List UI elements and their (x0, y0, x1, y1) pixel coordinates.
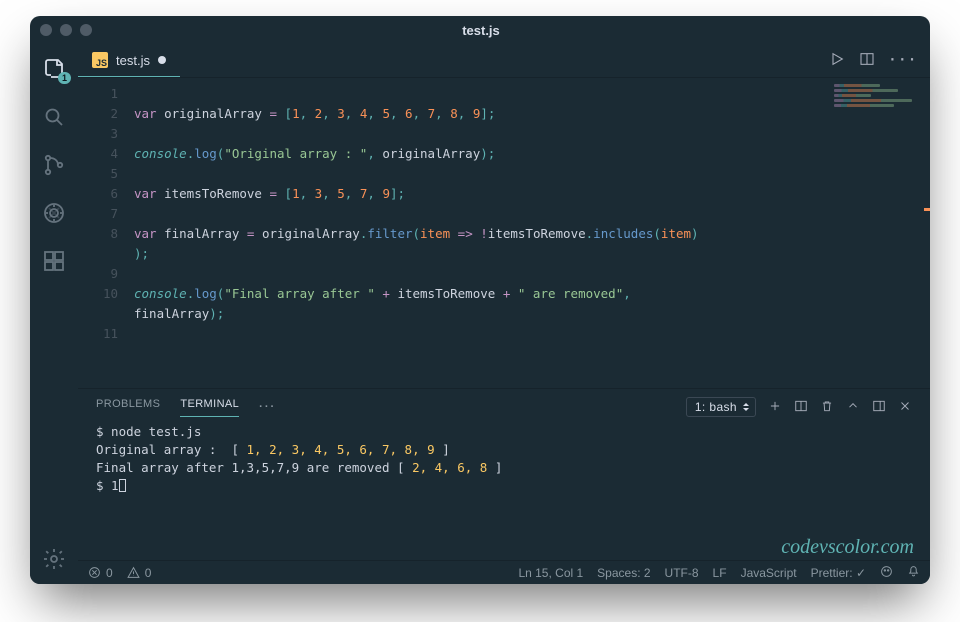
notifications-bell-icon[interactable] (907, 565, 920, 581)
maximize-window[interactable] (80, 24, 92, 36)
search-icon[interactable] (41, 104, 67, 130)
editor-tabs: JS test.js ··· (78, 44, 930, 78)
kill-terminal-icon[interactable] (820, 399, 834, 416)
status-indent[interactable]: Spaces: 2 (597, 566, 650, 580)
terminal-cursor (119, 479, 126, 492)
bottom-panel: PROBLEMS TERMINAL ··· 1: bash $ node tes… (78, 388, 930, 560)
terminal-select[interactable]: 1: bash (686, 397, 756, 417)
close-panel-icon[interactable] (898, 399, 912, 416)
minimize-window[interactable] (60, 24, 72, 36)
terminal-output[interactable]: $ node test.jsOriginal array : [ 1, 2, 3… (78, 421, 930, 560)
source-control-icon[interactable] (41, 152, 67, 178)
activity-bar: 1 (30, 44, 78, 584)
panel-more-icon[interactable]: ··· (259, 401, 276, 413)
split-terminal-icon[interactable] (794, 399, 808, 416)
panel-tab-problems[interactable]: PROBLEMS (96, 398, 160, 416)
status-encoding[interactable]: UTF-8 (665, 566, 699, 580)
line-number-gutter: 1 2 3 4 5 6 7 8 9 10 11 (78, 78, 134, 388)
traffic-lights (40, 24, 92, 36)
editor-window: test.js 1 (30, 16, 930, 584)
close-window[interactable] (40, 24, 52, 36)
maximize-panel-icon[interactable] (846, 399, 860, 416)
tab-label: test.js (116, 53, 150, 68)
extensions-icon[interactable] (41, 248, 67, 274)
status-warnings[interactable]: 0 (127, 566, 152, 580)
explorer-badge: 1 (58, 72, 71, 84)
code-content[interactable]: var originalArray = [1, 2, 3, 4, 5, 6, 7… (134, 78, 930, 388)
explorer-icon[interactable]: 1 (41, 56, 67, 82)
new-terminal-icon[interactable] (768, 399, 782, 416)
settings-gear-icon[interactable] (41, 546, 67, 572)
split-editor-icon[interactable] (859, 51, 875, 71)
window-title: test.js (92, 23, 870, 38)
toggle-panel-icon[interactable] (872, 399, 886, 416)
status-line-col[interactable]: Ln 15, Col 1 (518, 566, 583, 580)
run-icon[interactable] (829, 51, 845, 71)
code-editor[interactable]: 1 2 3 4 5 6 7 8 9 10 11 var originalArra… (78, 78, 930, 388)
status-errors[interactable]: 0 (88, 566, 113, 580)
titlebar: test.js (30, 16, 930, 44)
dirty-indicator-icon (158, 56, 166, 64)
status-language[interactable]: JavaScript (741, 566, 797, 580)
debug-icon[interactable] (41, 200, 67, 226)
watermark: codevscolor.com (781, 538, 914, 556)
status-prettier[interactable]: Prettier: ✓ (811, 566, 866, 580)
tab-test-js[interactable]: JS test.js (78, 44, 180, 77)
feedback-smiley-icon[interactable] (880, 565, 893, 581)
status-bar: 0 0 Ln 15, Col 1 Spaces: 2 UTF-8 LF Java… (78, 560, 930, 584)
js-file-icon: JS (92, 52, 108, 68)
more-actions-icon[interactable]: ··· (889, 53, 918, 68)
status-eol[interactable]: LF (713, 566, 727, 580)
panel-tab-terminal[interactable]: TERMINAL (180, 398, 239, 417)
overview-ruler-marker (924, 208, 930, 211)
